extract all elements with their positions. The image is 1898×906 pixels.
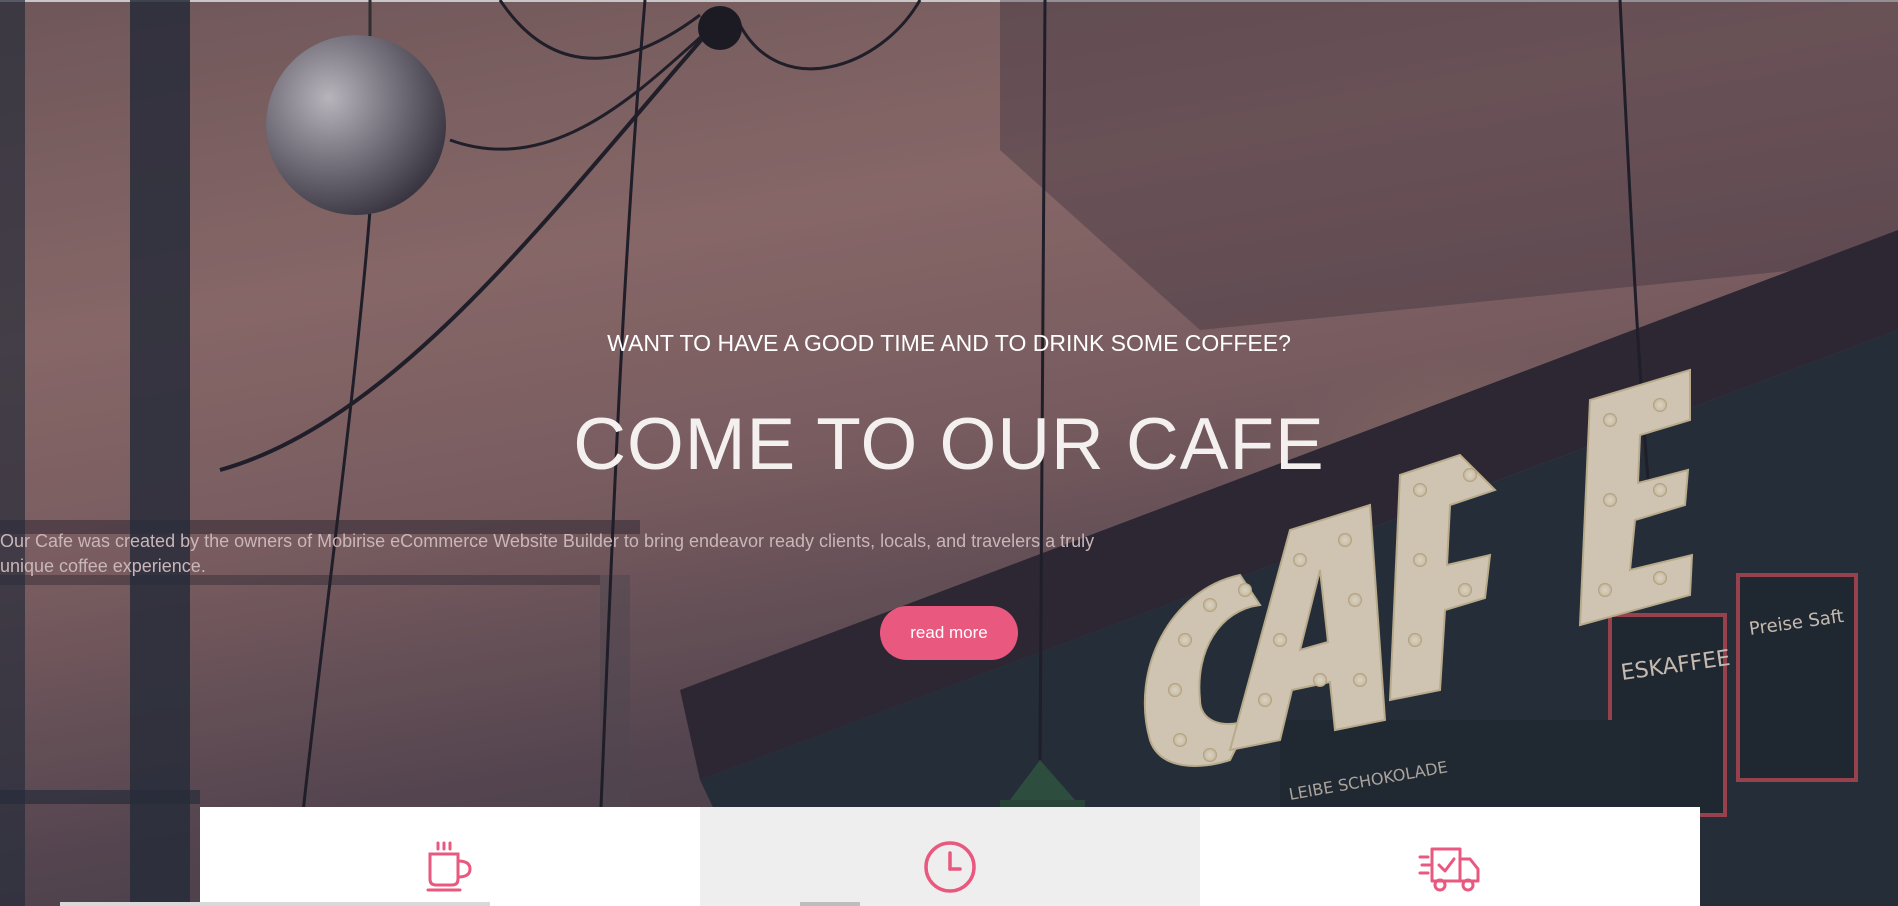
hero-subtitle: WANT TO HAVE A GOOD TIME AND TO DRINK SO… — [607, 330, 1291, 356]
read-more-button[interactable]: read more — [880, 606, 1018, 660]
delivery-truck-icon — [1418, 847, 1480, 892]
bottom-divider-secondary — [800, 902, 860, 906]
clock-icon — [924, 841, 976, 893]
features-strip — [200, 807, 1700, 906]
hero-title: COME TO OUR CAFE — [573, 404, 1325, 485]
coffee-cup-icon — [426, 841, 472, 892]
bottom-divider — [60, 902, 490, 906]
hero-description: Our Cafe was created by the owners of Mo… — [0, 531, 1095, 576]
feature-card-hours — [700, 807, 1200, 906]
hero-section: ESKAFFEE Preise Saft LEIBE SCHOKOLADE WA… — [0, 0, 1898, 906]
feature-card-coffee — [200, 807, 700, 906]
feature-card-delivery — [1200, 807, 1700, 906]
